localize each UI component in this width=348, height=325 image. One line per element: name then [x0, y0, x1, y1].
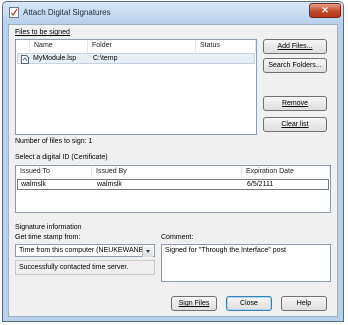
- cert-column-issued-by[interactable]: Issued By: [92, 166, 242, 178]
- timestamp-status-box: Successfully contacted time server.: [15, 260, 155, 275]
- digital-signature-icon: [9, 7, 19, 18]
- clear-list-button[interactable]: Clear list: [263, 117, 327, 132]
- files-column-name[interactable]: Name: [30, 40, 88, 52]
- sign-files-button[interactable]: Sign Files: [171, 296, 217, 311]
- cert-issued-by-cell: walmslk: [97, 181, 122, 188]
- remove-label: Remove: [281, 100, 309, 107]
- signature-section-label: Signature information: [15, 224, 82, 231]
- help-button[interactable]: Help: [281, 296, 327, 311]
- certificate-list[interactable]: Issued To Issued By Expiration Date walm…: [15, 165, 331, 213]
- comment-label-text: Comment:: [161, 234, 194, 241]
- files-count-label: Number of files to sign: 1: [15, 138, 93, 145]
- certificate-section-label: Select a digital ID (Certificate): [15, 154, 108, 161]
- title-bar[interactable]: Attach Digital Signatures ✕: [3, 2, 343, 24]
- cert-expiration-cell: 6/5/2111: [247, 181, 274, 188]
- dialog-window: Attach Digital Signatures ✕ Files to be …: [2, 1, 344, 322]
- clear-list-label: Clear list: [281, 121, 309, 128]
- files-column-folder[interactable]: Folder: [88, 40, 196, 52]
- window-close-button[interactable]: ✕: [309, 3, 341, 18]
- files-section-label-text: Files to be signed: [15, 29, 70, 36]
- remove-button[interactable]: Remove: [263, 96, 327, 111]
- search-folders-button[interactable]: Search Folders...: [263, 58, 327, 73]
- lisp-file-icon: [21, 55, 29, 64]
- files-column-icon: [16, 40, 30, 52]
- comment-field[interactable]: Signed for "Through the Interface" post: [161, 244, 331, 282]
- files-list[interactable]: Name Folder Status MyModule.lsp C:\temp: [15, 39, 257, 135]
- timestamp-select-value: Time from this computer (NEUKEWANB1: [19, 247, 148, 254]
- window-title: Attach Digital Signatures: [23, 8, 111, 17]
- close-button[interactable]: Close: [226, 296, 272, 311]
- timestamp-status-text: Successfully contacted time server.: [19, 264, 129, 271]
- cert-column-expiration[interactable]: Expiration Date: [242, 166, 330, 178]
- cert-column-issued-to[interactable]: Issued To: [16, 166, 92, 178]
- add-files-label: Add Files...: [277, 43, 313, 50]
- comment-label: Comment:: [161, 234, 193, 241]
- table-row[interactable]: MyModule.lsp C:\temp: [17, 53, 255, 64]
- file-name-cell: MyModule.lsp: [33, 55, 77, 62]
- chevron-down-icon[interactable]: [142, 246, 153, 257]
- help-label: Help: [296, 300, 312, 307]
- sign-files-label: Sign Files: [178, 300, 210, 307]
- files-section-label: Files to be signed: [15, 29, 70, 36]
- add-files-button[interactable]: Add Files...: [263, 39, 327, 54]
- files-column-status[interactable]: Status: [196, 40, 256, 52]
- timestamp-label: Get time stamp from:: [15, 234, 81, 241]
- table-row[interactable]: walmslk walmslk 6/5/2111: [17, 179, 329, 190]
- close-label: Close: [240, 300, 258, 307]
- dialog-body: Files to be signed Name Folder Status My…: [8, 24, 338, 317]
- cert-issued-to-cell: walmslk: [21, 181, 46, 188]
- comment-text: Signed for "Through the Interface" post: [165, 247, 286, 254]
- file-folder-cell: C:\temp: [93, 55, 118, 62]
- timestamp-select[interactable]: Time from this computer (NEUKEWANB1: [15, 244, 155, 257]
- search-folders-label: Search Folders...: [268, 62, 322, 69]
